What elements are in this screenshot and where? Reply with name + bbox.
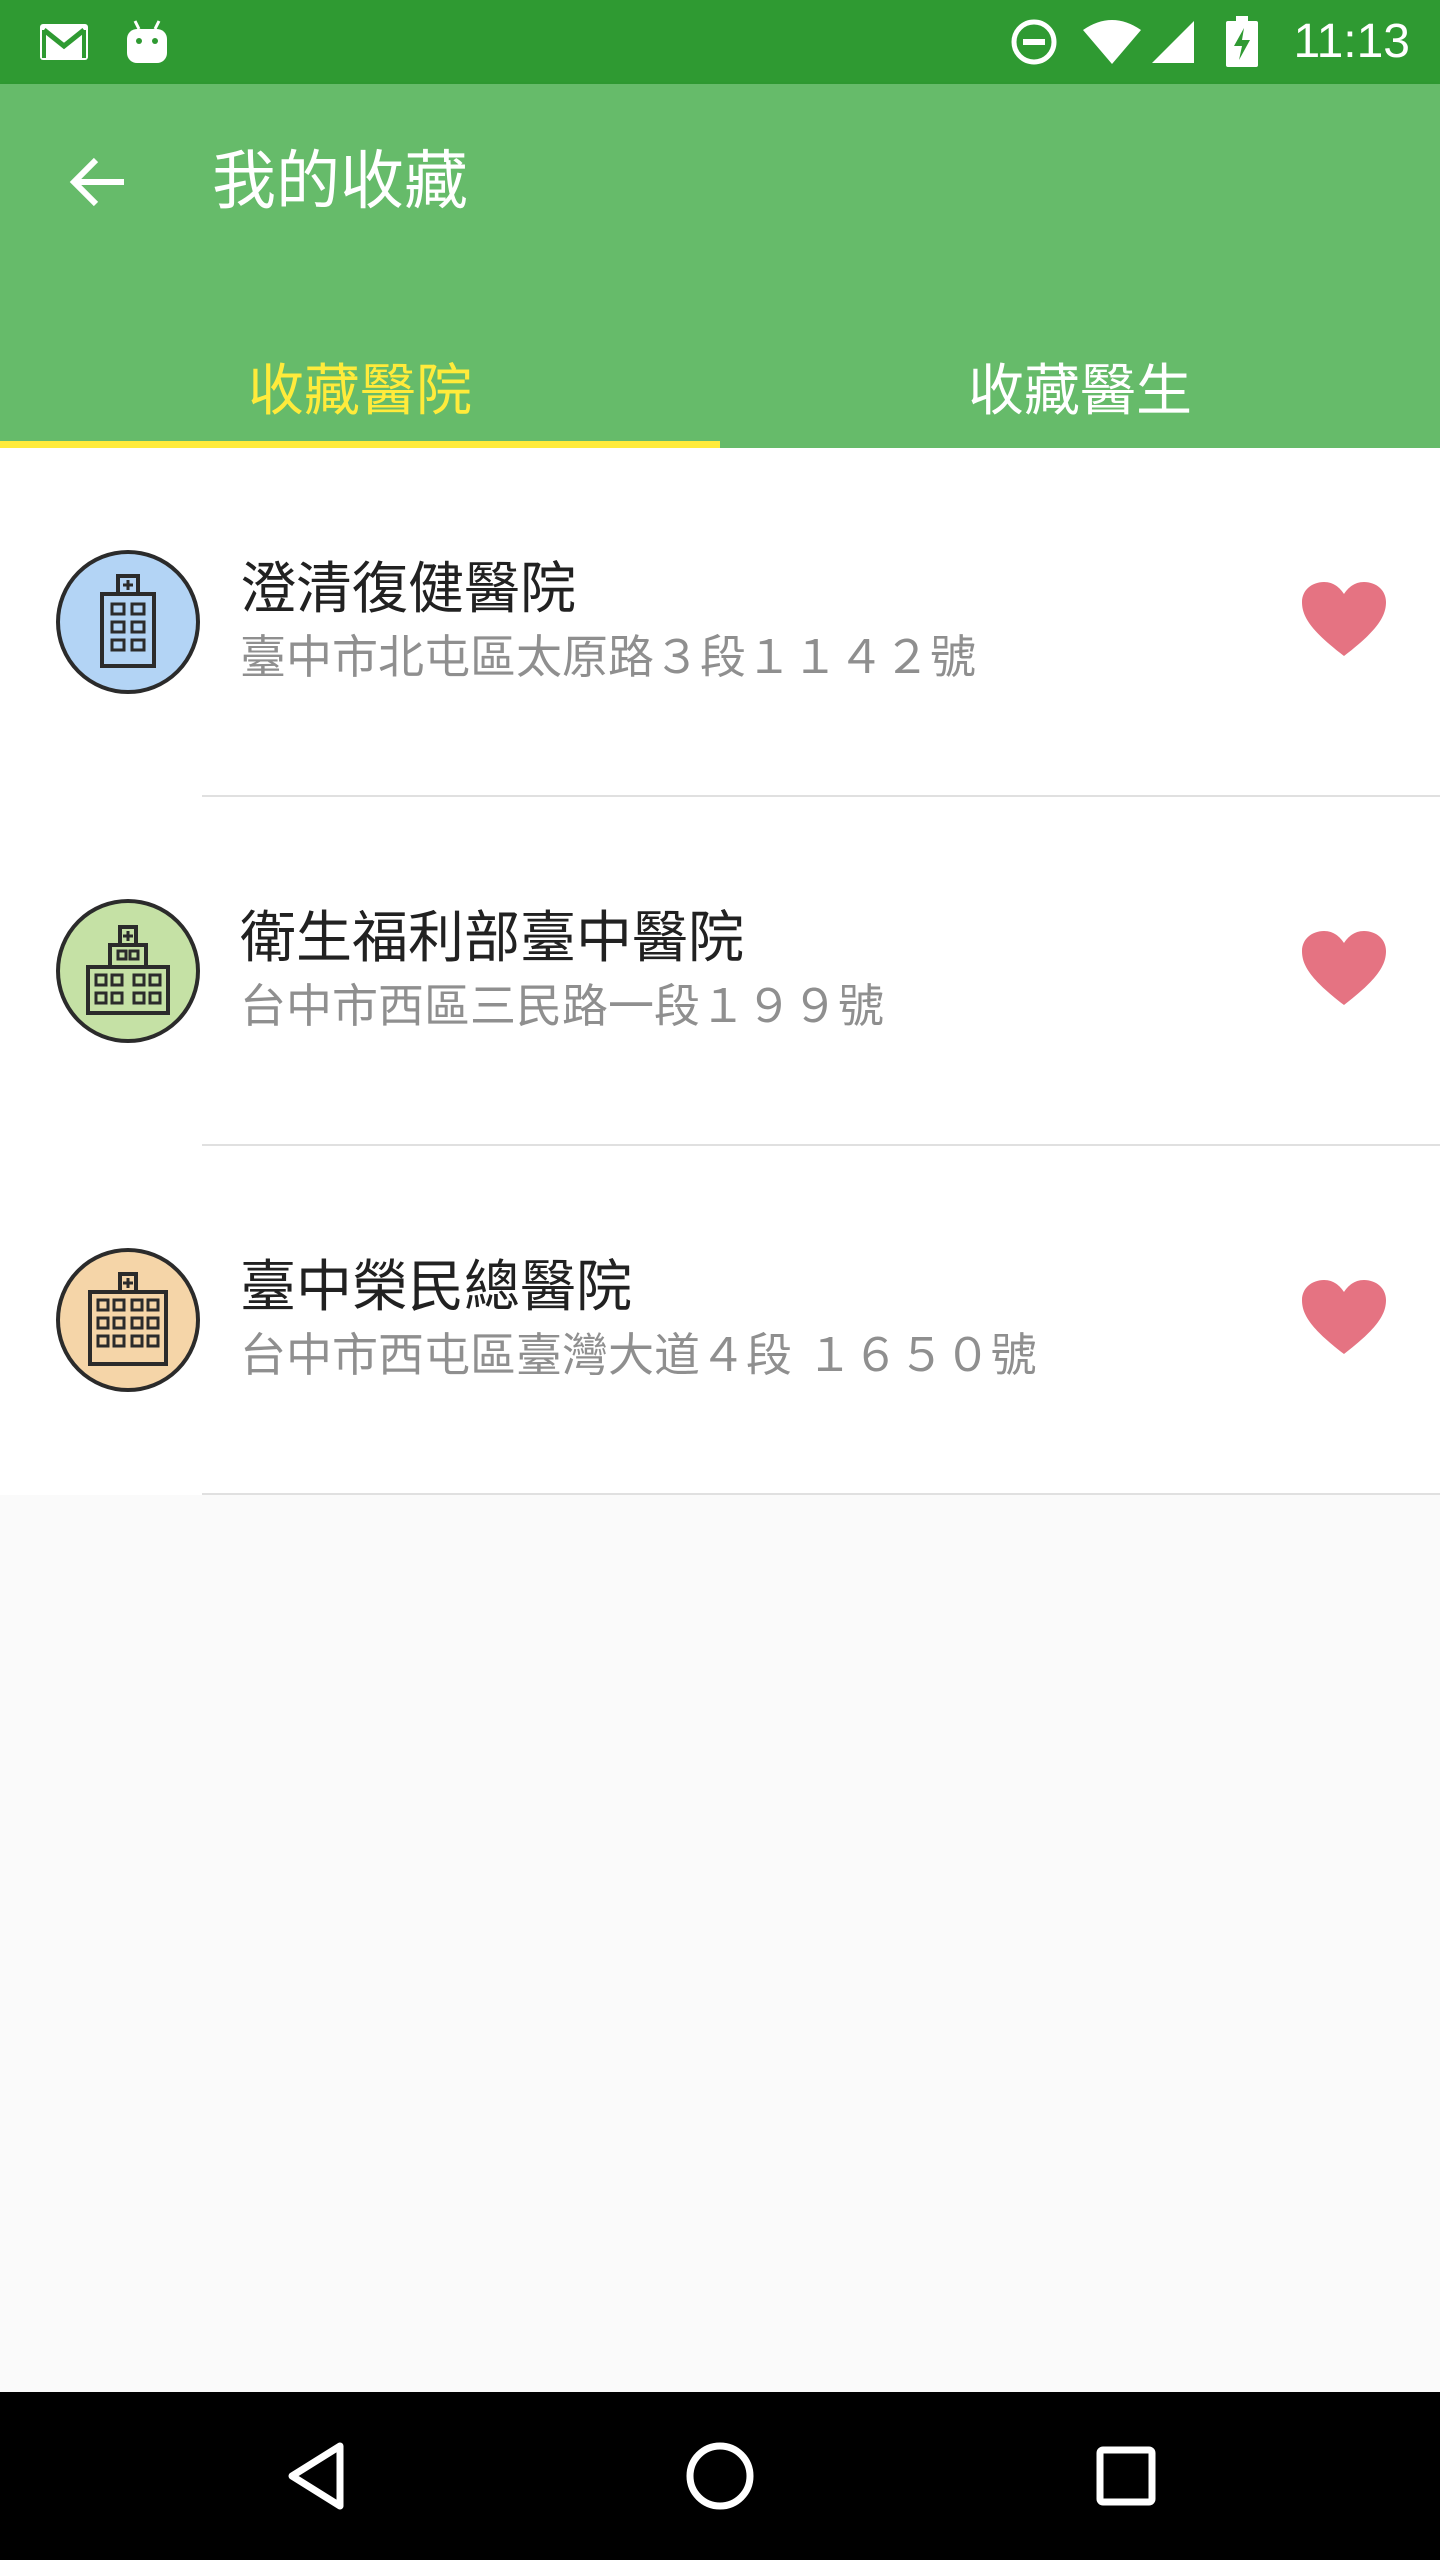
tab-bar: 收藏醫院 收藏醫生 [0,324,1440,448]
status-bar: 11:13 [0,0,1440,84]
battery-charging-icon [1222,0,1262,84]
hospital-name: 澄清復健醫院 [240,557,576,622]
favorite-heart-button[interactable] [1294,570,1394,670]
cell-signal-icon [1148,0,1198,84]
back-button[interactable] [50,134,146,230]
nav-home-button[interactable] [640,2392,800,2560]
hospital-address: 臺中市北屯區太原路３段１１４２號 [240,630,976,684]
nav-home-icon [686,2442,754,2510]
page-title: 我的收藏 [212,145,468,219]
tab-favorite-doctors[interactable]: 收藏醫生 [720,324,1440,448]
hospital-name: 衛生福利部臺中醫院 [240,906,744,971]
heart-icon [1302,931,1386,1005]
nav-back-icon [288,2442,344,2510]
favorite-heart-button[interactable] [1294,919,1394,1019]
nav-recents-icon [1096,2446,1156,2506]
list-item[interactable]: 澄清復健醫院 臺中市北屯區太原路３段１１４２號 [0,448,1440,797]
hospital-avatar-icon [56,899,200,1043]
list-item[interactable]: 臺中榮民總醫院 台中市西屯區臺灣大道４段 １６５０號 [0,1146,1440,1495]
nav-recents-button[interactable] [1046,2392,1206,2560]
system-nav-bar [0,2392,1440,2560]
hospital-address: 台中市西屯區臺灣大道４段 １６５０號 [240,1328,1037,1382]
wifi-icon [1080,0,1144,84]
screen: 11:13 我的收藏 收藏醫院 收藏醫生 澄清復健醫院 臺中市北屯區太原路３段１… [0,0,1440,2560]
divider [202,1493,1440,1495]
hospital-address: 台中市西區三民路一段１９９號 [240,979,884,1033]
hospital-list: 澄清復健醫院 臺中市北屯區太原路３段１１４２號 衛生福利部臺中醫院 台中市西區三… [0,448,1440,1495]
status-time: 11:13 [1293,15,1410,68]
hospital-avatar-icon [56,550,200,694]
list-item[interactable]: 衛生福利部臺中醫院 台中市西區三民路一段１９９號 [0,797,1440,1146]
gmail-icon [34,0,94,84]
tab-favorite-hospitals[interactable]: 收藏醫院 [0,324,720,448]
heart-icon [1302,1280,1386,1354]
arrow-back-icon [69,157,124,207]
hospital-name: 臺中榮民總醫院 [240,1255,632,1320]
app-bar: 我的收藏 收藏醫院 收藏醫生 [0,84,1440,448]
favorite-heart-button[interactable] [1294,1268,1394,1368]
hospital-avatar-icon [56,1248,200,1392]
nav-back-button[interactable] [236,2392,396,2560]
android-icon [122,0,172,84]
heart-icon [1302,582,1386,656]
do-not-disturb-icon [1006,0,1062,84]
